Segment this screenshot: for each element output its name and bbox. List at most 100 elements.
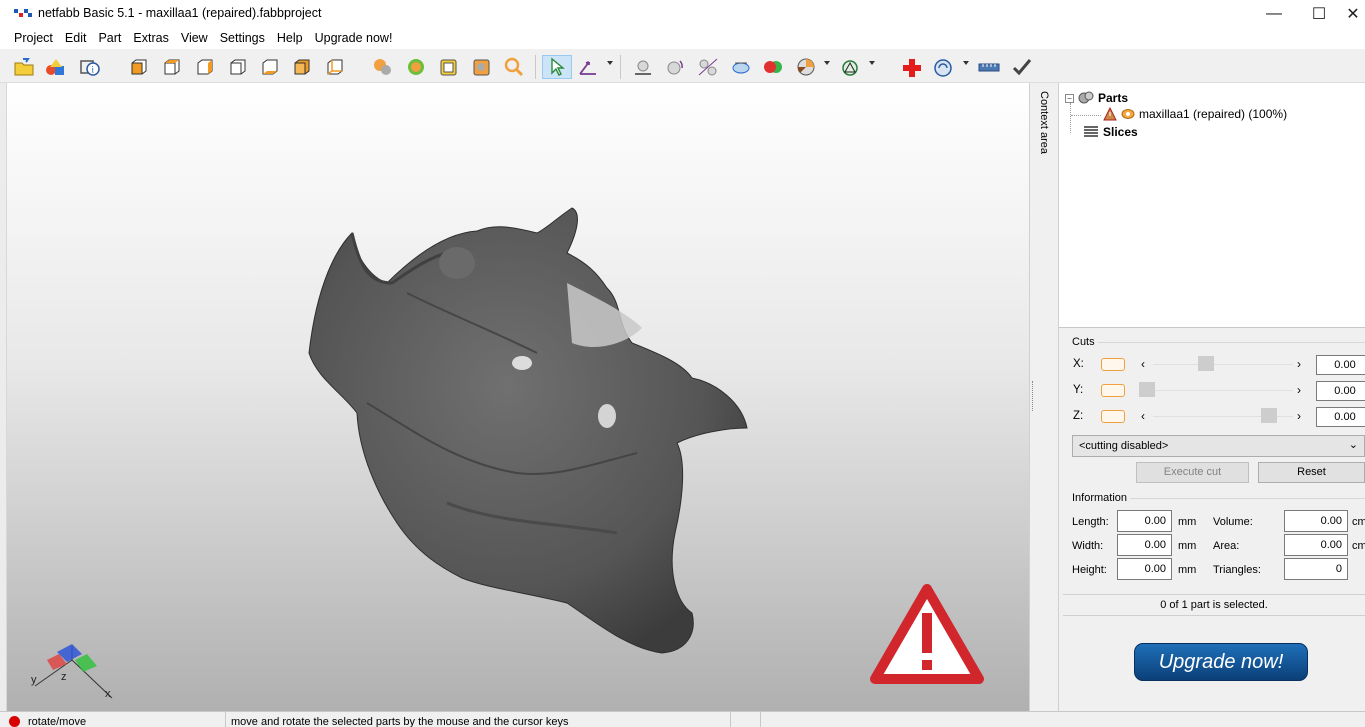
color-mode-icon[interactable] xyxy=(404,55,428,79)
axis-x-label: x xyxy=(105,688,111,700)
cut-x-increase-button[interactable]: › xyxy=(1297,357,1301,371)
triangles-label: Triangles: xyxy=(1213,564,1261,576)
cut-x-toggle[interactable] xyxy=(1101,358,1125,371)
cut-x-value-field[interactable]: 0.00 xyxy=(1316,355,1365,375)
ruler-icon[interactable] xyxy=(977,55,1001,79)
cut-x-decrease-button[interactable]: ‹ xyxy=(1141,357,1145,371)
view-front-icon[interactable] xyxy=(127,55,151,79)
apply-check-icon[interactable] xyxy=(1010,55,1034,79)
status-mode: rotate/move xyxy=(28,712,226,727)
height-label: Height: xyxy=(1072,564,1107,576)
axis-indicator: y z x xyxy=(27,638,127,708)
cut-z-slider-thumb[interactable] xyxy=(1261,408,1277,423)
view-left-icon[interactable] xyxy=(193,55,217,79)
menu-extras[interactable]: Extras xyxy=(127,28,174,49)
netfabb-logo-icon xyxy=(14,9,32,17)
tree-node-slices[interactable]: Slices xyxy=(1083,125,1138,139)
group-divider xyxy=(1130,498,1365,499)
menu-part[interactable]: Part xyxy=(92,28,127,49)
context-area-label: Context area xyxy=(1038,91,1050,154)
tree-node-part[interactable]: maxillaa1 (repaired) (100%) xyxy=(1103,107,1287,121)
part-model-maxilla[interactable] xyxy=(297,203,767,663)
rotate-part-icon[interactable] xyxy=(664,55,688,79)
cut-y-slider-track[interactable] xyxy=(1153,390,1293,391)
open-project-icon[interactable] xyxy=(12,55,36,79)
tree-slices-label: Slices xyxy=(1103,125,1138,139)
tree-node-parts[interactable]: − Parts xyxy=(1065,91,1128,105)
collapse-icon[interactable]: − xyxy=(1065,93,1074,103)
cut-y-slider-thumb[interactable] xyxy=(1139,382,1155,397)
cut-axis-label: Y: xyxy=(1073,384,1084,396)
context-area-tab[interactable]: Context area xyxy=(1029,83,1059,711)
repair-icon[interactable] xyxy=(900,55,924,79)
section-view-icon[interactable] xyxy=(794,55,818,79)
cut-z-toggle[interactable] xyxy=(1101,410,1125,423)
chevron-down-icon[interactable] xyxy=(869,61,875,65)
axis-y-label: y xyxy=(31,674,37,686)
scale-part-icon[interactable] xyxy=(696,55,720,79)
cut-axis-label: Z: xyxy=(1073,410,1084,422)
width-unit: mm xyxy=(1178,540,1197,552)
chevron-down-icon[interactable] xyxy=(607,61,613,65)
chevron-down-icon[interactable] xyxy=(963,61,969,65)
execute-cut-button[interactable]: Execute cut xyxy=(1136,462,1249,483)
cut-z-increase-button[interactable]: › xyxy=(1297,409,1301,423)
area-unit: cm xyxy=(1352,540,1365,552)
view-top-icon[interactable] xyxy=(258,55,282,79)
length-value: 0.00 xyxy=(1117,510,1172,532)
cut-y-increase-button[interactable]: › xyxy=(1297,383,1301,397)
mirror-part-icon[interactable] xyxy=(729,55,753,79)
analysis-icon[interactable] xyxy=(838,55,862,79)
select-cursor-icon[interactable] xyxy=(542,55,572,79)
menu-bar: Project Edit Part Extras View Settings H… xyxy=(0,28,1365,49)
cut-z-decrease-button[interactable]: ‹ xyxy=(1141,409,1145,423)
length-unit: mm xyxy=(1178,516,1197,528)
cutting-mode-select[interactable]: <cutting disabled> ⌄ xyxy=(1072,435,1365,457)
view-iso-icon[interactable] xyxy=(323,55,347,79)
view-right-icon[interactable] xyxy=(226,55,250,79)
cut-x-slider-thumb[interactable] xyxy=(1198,356,1214,371)
title-bar: netfabb Basic 5.1 - maxillaa1 (repaired)… xyxy=(0,0,1365,28)
menu-upgrade[interactable]: Upgrade now! xyxy=(309,28,399,49)
upgrade-now-button[interactable]: Upgrade now! xyxy=(1134,643,1308,681)
part-info-icon[interactable]: i xyxy=(78,55,102,79)
place-on-platform-icon[interactable] xyxy=(631,55,655,79)
cut-y-value-field[interactable]: 0.00 xyxy=(1316,381,1365,401)
cut-y-toggle[interactable] xyxy=(1101,384,1125,397)
menu-settings[interactable]: Settings xyxy=(214,28,271,49)
volume-label: Volume: xyxy=(1213,516,1253,528)
view-back-icon[interactable] xyxy=(160,55,184,79)
area-label: Area: xyxy=(1213,540,1240,552)
chevron-down-icon[interactable] xyxy=(824,61,830,65)
move-tool-icon[interactable] xyxy=(576,55,600,79)
cut-x-slider-track[interactable] xyxy=(1153,364,1293,365)
part-visible-icon[interactable] xyxy=(1121,108,1135,120)
splitter-grip[interactable] xyxy=(1032,381,1035,411)
tree-line xyxy=(1071,115,1101,116)
menu-view[interactable]: View xyxy=(175,28,214,49)
maximize-button[interactable]: ☐ xyxy=(1296,0,1342,28)
cut-z-value-field[interactable]: 0.00 xyxy=(1316,407,1365,427)
parts-icon xyxy=(1078,91,1094,104)
wireframe-icon[interactable] xyxy=(437,55,461,79)
add-part-icon[interactable] xyxy=(44,55,68,79)
chevron-down-icon: ⌄ xyxy=(1348,439,1358,451)
view-bottom-icon[interactable] xyxy=(290,55,314,79)
bounding-box-icon[interactable] xyxy=(470,55,494,79)
3d-viewport[interactable]: y z x xyxy=(7,83,1029,711)
axis-z-label: z xyxy=(61,671,67,683)
part-warning-icon xyxy=(1103,107,1117,121)
selection-status: 0 of 1 part is selected. xyxy=(1063,594,1365,616)
minimize-button[interactable]: — xyxy=(1251,0,1297,28)
menu-project[interactable]: Project xyxy=(8,28,59,49)
shade-mode-icon[interactable] xyxy=(371,55,395,79)
menu-help[interactable]: Help xyxy=(271,28,309,49)
tree-parts-label: Parts xyxy=(1098,91,1129,105)
color-part-icon[interactable] xyxy=(761,55,785,79)
measure-icon[interactable] xyxy=(932,55,956,79)
reset-button[interactable]: Reset xyxy=(1258,462,1365,483)
close-button[interactable]: ✕ xyxy=(1341,0,1365,28)
cut-row-x: X: ‹ › 0.00 mm xyxy=(1073,355,1365,377)
menu-edit[interactable]: Edit xyxy=(59,28,93,49)
zoom-icon[interactable] xyxy=(502,55,526,79)
